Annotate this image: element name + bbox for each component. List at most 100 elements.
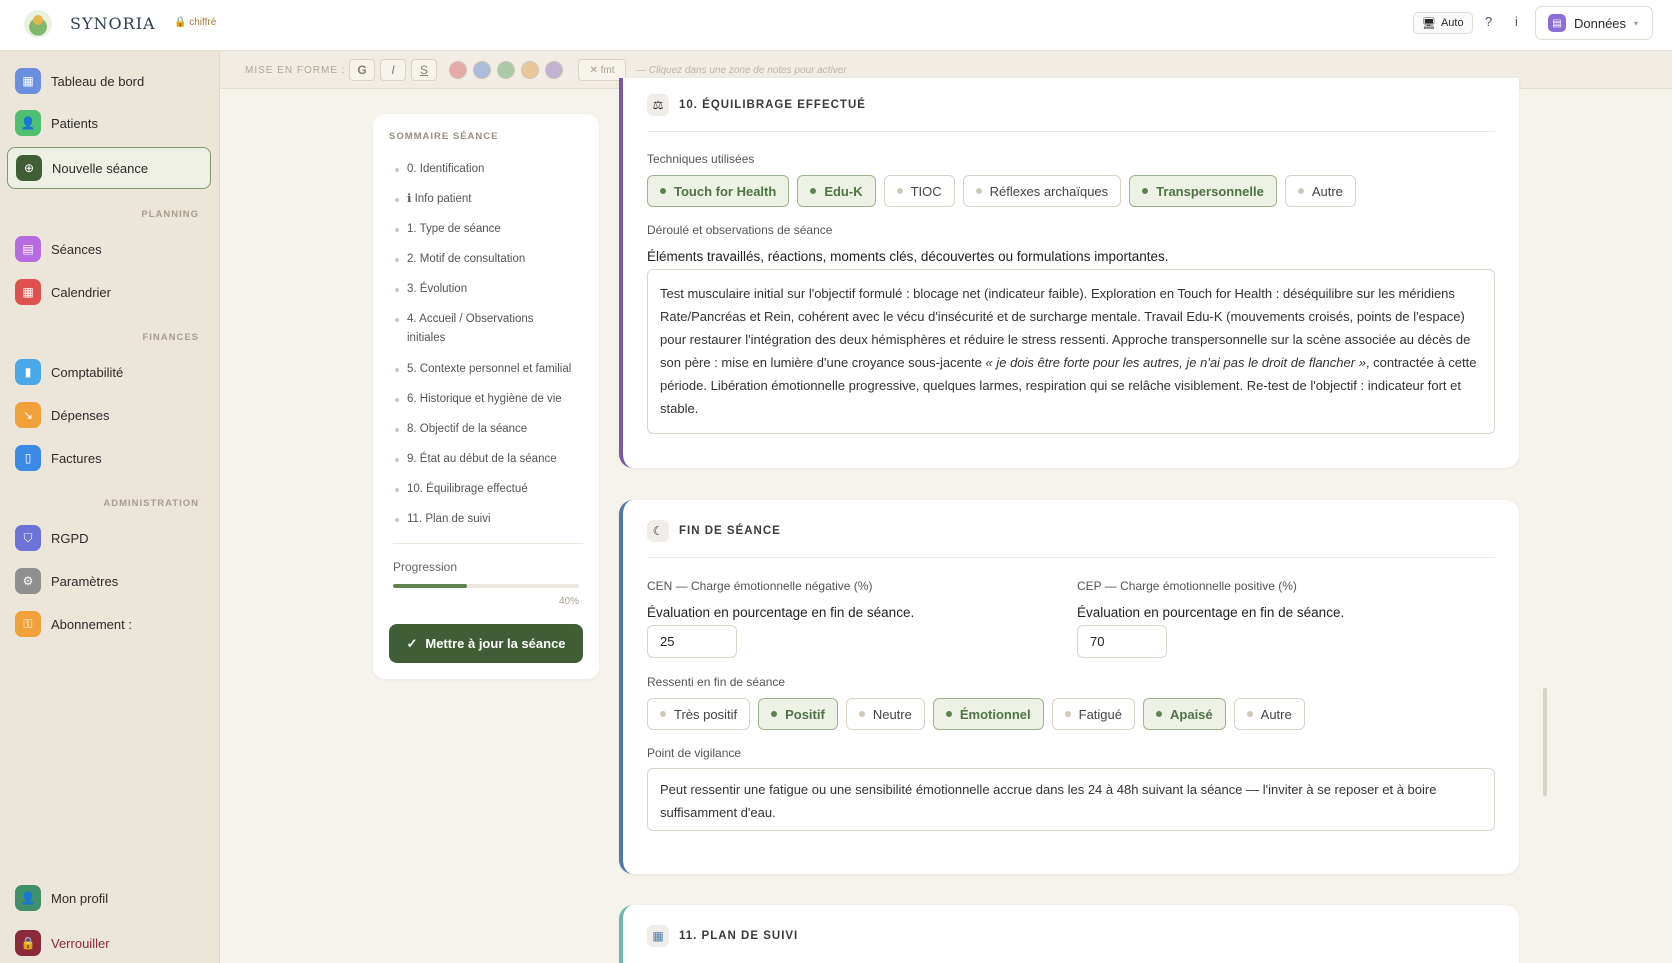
card-title: 10. ÉQUILIBRAGE EFFECTUÉ — [679, 99, 866, 111]
scale-icon: ⚖ — [647, 94, 669, 116]
observations-textarea[interactable]: Test musculaire initial sur l'objectif f… — [647, 269, 1495, 434]
session-summary-panel: SOMMAIRE SÉANCE 0. Identification ℹ Info… — [373, 114, 599, 679]
techniques-chips: Touch for Health Edu-K TIOC Réflexes arc… — [647, 175, 1356, 207]
sidebar-item-patients[interactable]: 👤 Patients — [7, 103, 211, 143]
summary-link[interactable]: 9. État au début de la séance — [395, 450, 587, 469]
scrollbar-thumb[interactable] — [1543, 688, 1547, 796]
chip-autre[interactable]: Autre — [1284, 175, 1356, 207]
chip-positif[interactable]: Positif — [758, 698, 838, 730]
summary-link[interactable]: 2. Motif de consultation — [395, 250, 587, 269]
color-swatch-purple[interactable] — [545, 61, 563, 79]
chip-transpersonnelle[interactable]: Transpersonnelle — [1129, 175, 1277, 207]
cen-input[interactable]: 25 — [647, 625, 737, 658]
chip-touch-for-health[interactable]: Touch for Health — [647, 175, 790, 207]
chip-tres-positif[interactable]: Très positif — [647, 698, 751, 730]
chip-apaise[interactable]: Apaisé — [1143, 698, 1226, 730]
italic-button[interactable]: I — [380, 59, 406, 81]
chip-fatigue[interactable]: Fatigué — [1051, 698, 1136, 730]
progress-label: Progression — [393, 560, 458, 574]
summary-title: SOMMAIRE SÉANCE — [389, 131, 499, 142]
sidebar-item-new-session[interactable]: ⊕ Nouvelle séance — [7, 147, 211, 189]
format-hint: — Cliquez dans une zone de notes pour ac… — [636, 65, 847, 76]
moon-icon: ☾ — [647, 520, 669, 542]
sidebar-item-invoices[interactable]: ▯ Factures — [7, 438, 211, 478]
card-title: FIN DE SÉANCE — [679, 525, 781, 537]
chip-edu-k[interactable]: Edu-K — [797, 175, 876, 207]
summary-link[interactable]: 8. Objectif de la séance — [395, 420, 587, 439]
divider — [393, 543, 583, 544]
lock-icon: 🔒 — [15, 930, 41, 956]
sidebar-item-calendar[interactable]: ▦ Calendrier — [7, 272, 211, 312]
section-administration: ADMINISTRATION — [103, 498, 199, 509]
divider — [647, 131, 1495, 132]
chip-neutre[interactable]: Neutre — [845, 698, 925, 730]
card-header: ☾ FIN DE SÉANCE — [647, 520, 781, 542]
encryption-badge: 🔒 chiffré — [174, 17, 217, 28]
cen-description: Évaluation en pourcentage en fin de séan… — [647, 605, 915, 620]
clipboard-icon: ▤ — [15, 236, 41, 262]
summary-link[interactable]: 1. Type de séance — [395, 220, 587, 239]
chip-autre[interactable]: Autre — [1233, 698, 1305, 730]
chip-tioc[interactable]: TIOC — [883, 175, 955, 207]
key-icon: ⚿ — [15, 611, 41, 637]
vigilance-textarea[interactable]: Peut ressentir une fatigue ou une sensib… — [647, 768, 1495, 831]
chip-reflexes-archaiques[interactable]: Réflexes archaïques — [962, 175, 1122, 207]
check-icon: ✓ — [406, 635, 418, 651]
format-label: MISE EN FORME : — [245, 65, 346, 76]
theme-auto-button[interactable]: 🖥 Auto — [1413, 12, 1473, 34]
sidebar-item-dashboard[interactable]: ▦ Tableau de bord — [7, 61, 211, 101]
user-icon: 👤 — [15, 110, 41, 136]
cep-input[interactable]: 70 — [1077, 625, 1167, 658]
grid-icon: ▦ — [15, 68, 41, 94]
color-swatch-blue[interactable] — [473, 61, 491, 79]
plus-circle-icon: ⊕ — [16, 155, 42, 181]
trend-down-icon: ↘ — [15, 402, 41, 428]
observations-description: Éléments travaillés, réactions, moments … — [647, 249, 1169, 264]
data-menu-button[interactable]: ▤ Données ▾ — [1535, 6, 1653, 40]
techniques-label: Techniques utilisées — [647, 152, 755, 166]
sidebar-item-accounting[interactable]: ▮ Comptabilité — [7, 352, 211, 392]
summary-link[interactable]: 11. Plan de suivi — [395, 510, 587, 529]
shield-icon: ⛉ — [15, 525, 41, 551]
summary-link[interactable]: 6. Historique et hygiène de vie — [395, 390, 587, 409]
sidebar-item-expenses[interactable]: ↘ Dépenses — [7, 395, 211, 435]
balancing-card: ⚖ 10. ÉQUILIBRAGE EFFECTUÉ Techniques ut… — [619, 78, 1519, 468]
user-icon: 👤 — [15, 885, 41, 911]
top-bar: SYNORIA 🔒 chiffré 🖥 Auto ? i ▤ Données ▾ — [0, 0, 1672, 51]
sidebar-item-gdpr[interactable]: ⛉ RGPD — [7, 518, 211, 558]
database-icon: ▤ — [1548, 14, 1566, 32]
summary-link[interactable]: 0. Identification — [395, 160, 587, 179]
monitor-icon: 🖥 — [1422, 17, 1436, 30]
color-swatch-red[interactable] — [449, 61, 467, 79]
sidebar-item-subscription[interactable]: ⚿ Abonnement : — [7, 604, 211, 644]
chip-emotionnel[interactable]: Émotionnel — [932, 698, 1044, 730]
bold-button[interactable]: G — [349, 59, 375, 81]
color-swatch-green[interactable] — [497, 61, 515, 79]
feeling-chips: Très positif Positif Neutre Émotionnel F… — [647, 698, 1305, 730]
progress-bar — [393, 584, 579, 588]
summary-link[interactable]: 4. Accueil / Observations initiales — [395, 310, 557, 348]
summary-link[interactable]: 10. Équilibrage effectué — [395, 480, 587, 499]
follow-up-plan-card: ▦ 11. PLAN DE SUIVI — [619, 905, 1519, 963]
feeling-label: Ressenti en fin de séance — [647, 675, 786, 689]
color-swatch-orange[interactable] — [521, 61, 539, 79]
info-button[interactable]: i — [1515, 14, 1518, 29]
calendar-icon: ▦ — [647, 925, 669, 947]
strike-button[interactable]: S — [411, 59, 437, 81]
update-session-button[interactable]: ✓ Mettre à jour la séance — [389, 624, 583, 663]
sidebar-item-sessions[interactable]: ▤ Séances — [7, 229, 211, 269]
sidebar-item-settings[interactable]: ⚙ Paramètres — [7, 561, 211, 601]
observations-label: Déroulé et observations de séance — [647, 223, 833, 237]
summary-link[interactable]: 5. Contexte personnel et familial — [395, 360, 587, 379]
sidebar: ▦ Tableau de bord 👤 Patients ⊕ Nouvelle … — [0, 51, 220, 963]
summary-link[interactable]: 3. Évolution — [395, 280, 587, 299]
help-button[interactable]: ? — [1485, 14, 1492, 29]
card-header: ⚖ 10. ÉQUILIBRAGE EFFECTUÉ — [647, 94, 866, 116]
end-of-session-card: ☾ FIN DE SÉANCE CEN — Charge émotionnell… — [619, 500, 1519, 874]
summary-link[interactable]: ℹ Info patient — [395, 190, 587, 209]
sidebar-item-profile[interactable]: 👤 Mon profil — [7, 878, 211, 918]
cep-label: CEP — Charge émotionnelle positive (%) — [1077, 579, 1297, 593]
sidebar-item-lock[interactable]: 🔒 Verrouiller — [7, 923, 211, 963]
card-header: ▦ 11. PLAN DE SUIVI — [647, 925, 798, 947]
progress-fill — [393, 584, 468, 588]
